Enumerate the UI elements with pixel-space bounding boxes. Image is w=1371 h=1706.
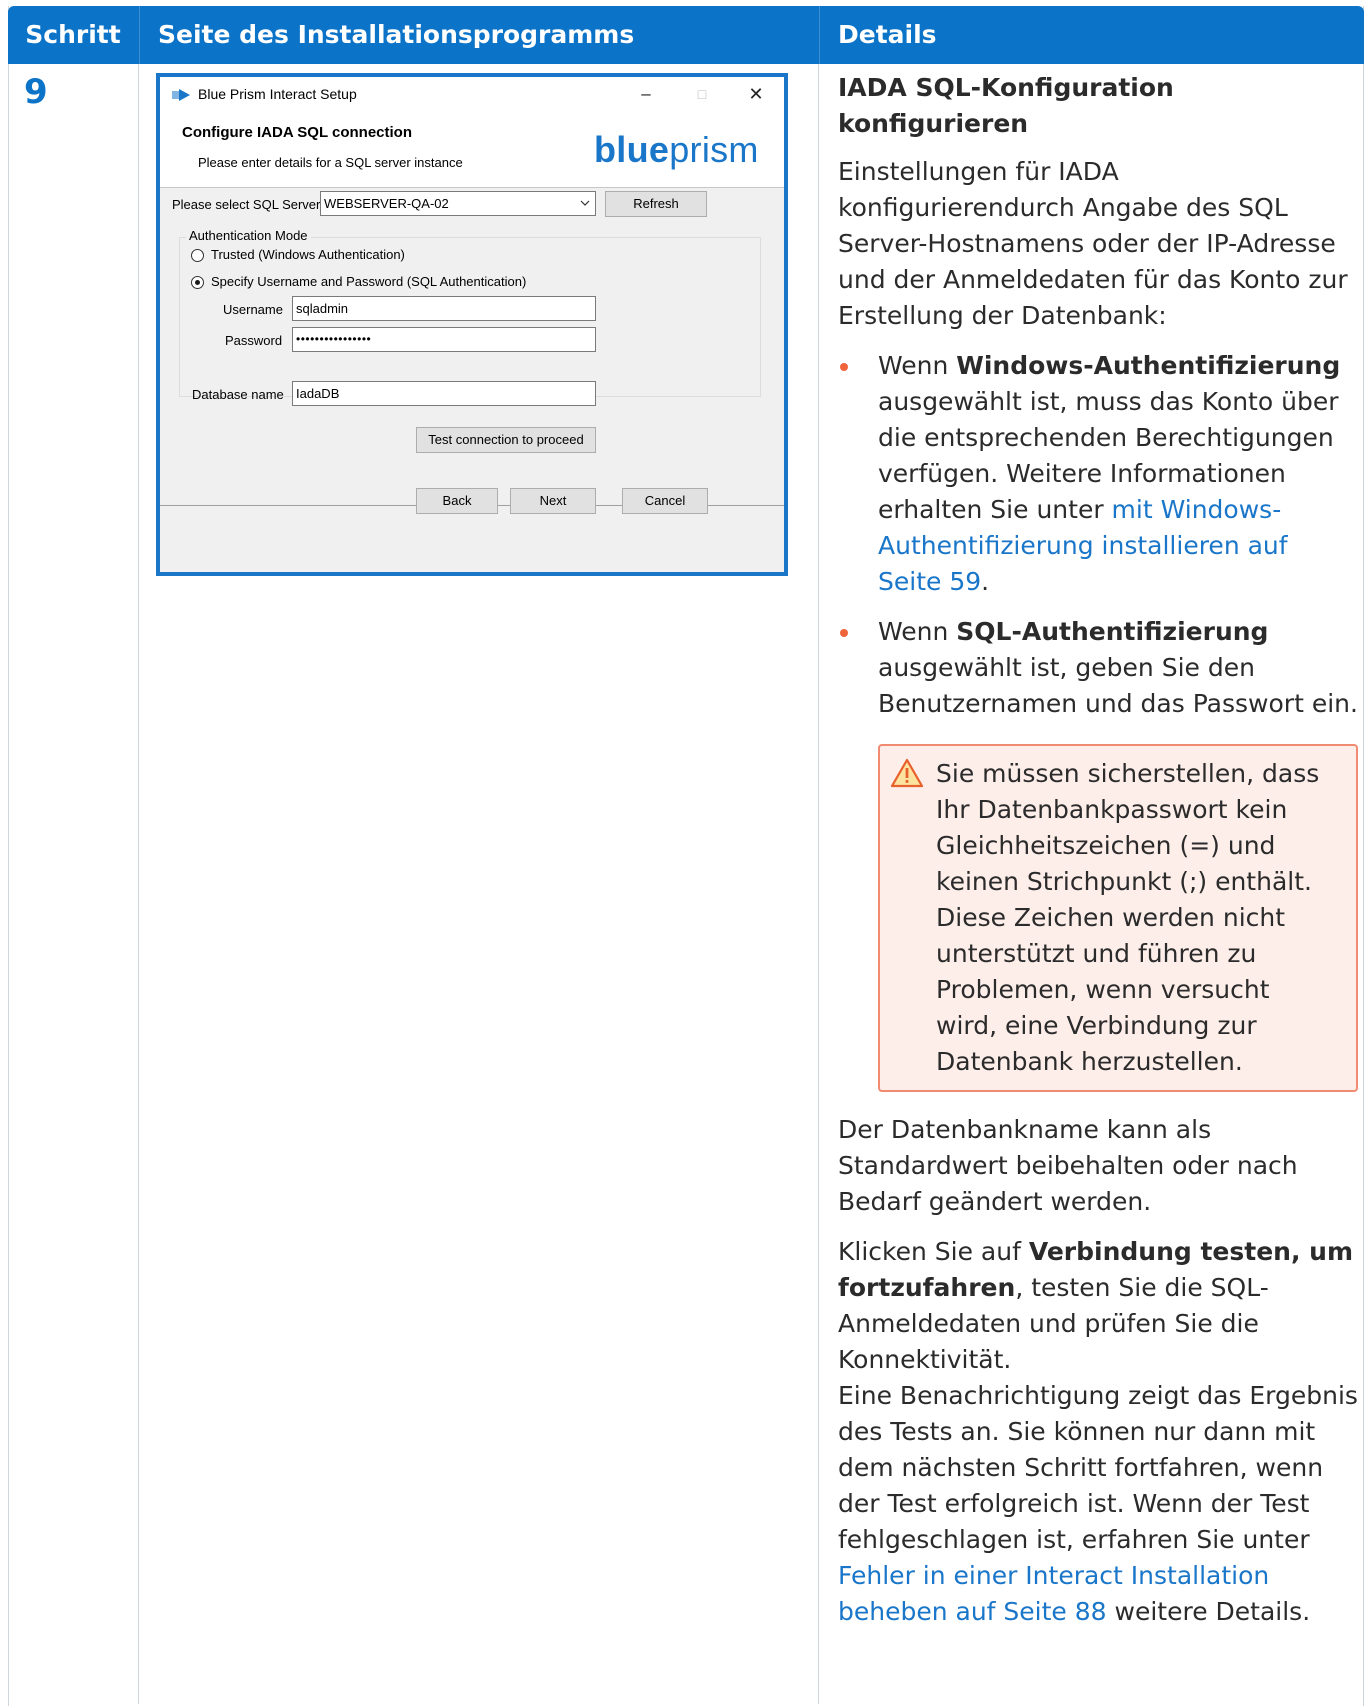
dialog-subheading: Please enter details for a SQL server in…: [198, 155, 463, 170]
table-header: Schritt Seite des Installationsprogramms…: [8, 6, 1364, 64]
paragraph-text: Klicken Sie auf: [838, 1237, 1029, 1266]
database-name-label: Database name: [192, 387, 284, 402]
radio-specify-label: Specify Username and Password (SQL Authe…: [211, 274, 527, 289]
radio-trusted-label: Trusted (Windows Authentication): [211, 247, 405, 262]
column-divider: [818, 64, 819, 1704]
radio-specify[interactable]: [191, 276, 204, 289]
dialog-heading: Configure IADA SQL connection: [182, 124, 413, 141]
chevron-down-icon: [579, 192, 591, 224]
sql-server-select[interactable]: WEBSERVER-QA-02: [320, 191, 596, 216]
bullet-text: Wenn: [878, 351, 957, 380]
bullet-text: .: [981, 567, 990, 596]
logo-light-text: prism: [669, 129, 759, 170]
radio-trusted[interactable]: [191, 249, 204, 262]
database-name-input[interactable]: IadaDB: [292, 381, 596, 406]
cancel-button[interactable]: Cancel: [622, 488, 708, 514]
bullet-bold-text: SQL-Authentifizierung: [956, 617, 1269, 646]
refresh-button[interactable]: Refresh: [605, 191, 707, 217]
maximize-icon[interactable]: □: [682, 81, 722, 107]
test-result-text: Eine Benachrichtigung zeigt das Ergebnis…: [838, 1378, 1358, 1630]
installer-dialog-screenshot: Blue Prism Interact Setup – □ ✕ Configur…: [156, 73, 788, 576]
paragraph-text: Eine Benachrichtigung zeigt das Ergebnis…: [838, 1381, 1358, 1554]
details-intro: Einstellungen für IADA konfigurierendurc…: [838, 157, 1348, 330]
header-step: Schritt: [25, 20, 121, 49]
minimize-icon[interactable]: –: [626, 81, 666, 107]
back-button[interactable]: Back: [416, 488, 498, 514]
bullet-dot: [840, 629, 848, 637]
close-icon[interactable]: ✕: [736, 81, 776, 107]
paragraph-text: weitere Details.: [1106, 1597, 1311, 1626]
next-button[interactable]: Next: [510, 488, 596, 514]
bullet-text: ausgewählt ist, geben Sie den Benutzerna…: [878, 653, 1358, 718]
password-input[interactable]: ••••••••••••••••: [292, 327, 596, 352]
warning-callout: Sie müssen sicherstellen, dass Ihr Daten…: [878, 744, 1358, 1092]
username-label: Username: [223, 302, 283, 317]
blueprism-logo: blueprism: [594, 129, 759, 171]
dialog-titlebar: Blue Prism Interact Setup – □ ✕: [160, 77, 784, 111]
warning-icon: [890, 758, 924, 798]
dialog-title: Blue Prism Interact Setup: [198, 86, 357, 102]
sql-server-value: WEBSERVER-QA-02: [324, 196, 449, 211]
logo-bold-text: blue: [594, 129, 670, 170]
app-icon: [172, 88, 190, 104]
bullet-dot: [840, 363, 848, 371]
sql-server-label: Please select SQL Server: [172, 197, 321, 212]
password-label: Password: [225, 333, 283, 348]
list-item-windows-auth: Wenn Windows-Authentifizierung ausgewähl…: [838, 348, 1358, 600]
header-installer-page: Seite des Installationsprogramms: [139, 6, 819, 64]
header-details: Details: [819, 6, 1364, 64]
step-number: 9: [24, 72, 48, 112]
list-item-sql-auth: Wenn SQL-Authentifizierung ausgewählt is…: [838, 614, 1358, 722]
auth-options-list: Wenn Windows-Authentifizierung ausgewähl…: [838, 348, 1358, 722]
dialog-banner: Blue Prism Interact Setup – □ ✕ Configur…: [160, 77, 784, 188]
column-divider: [138, 64, 139, 1704]
database-name-text: Der Datenbankname kann als Standardwert …: [838, 1115, 1298, 1216]
details-column: IADA SQL-Konfiguration konfigurieren Ein…: [838, 70, 1358, 1644]
warning-text: Sie müssen sicherstellen, dass Ihr Daten…: [936, 759, 1320, 1076]
username-input[interactable]: sqladmin: [292, 296, 596, 321]
bullet-text: Wenn: [878, 617, 957, 646]
bullet-bold-text: Windows-Authentifizierung: [956, 351, 1341, 380]
test-connection-button[interactable]: Test connection to proceed: [416, 427, 596, 453]
details-heading: IADA SQL-Konfiguration konfigurieren: [838, 73, 1174, 138]
test-connection-text: Klicken Sie auf Verbindung testen, um fo…: [838, 1234, 1358, 1378]
authentication-mode-label: Authentication Mode: [186, 228, 311, 243]
